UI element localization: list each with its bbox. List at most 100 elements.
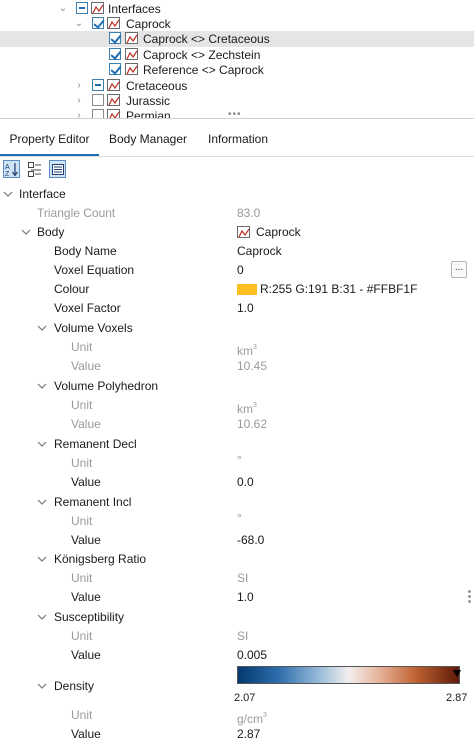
tree-checkbox[interactable] (92, 94, 104, 106)
property-unit[interactable]: Unit SI (0, 627, 462, 646)
chevron-down-icon[interactable] (37, 381, 47, 391)
category-konigsberg-ratio[interactable]: Königsberg Ratio (0, 550, 462, 569)
chevron-down-icon[interactable] (37, 497, 47, 507)
splitter-handle-icon[interactable] (468, 590, 471, 604)
chevron-right-icon[interactable]: › (74, 111, 84, 119)
property-value-row[interactable]: Value 0.005 (0, 646, 462, 665)
chevron-down-icon[interactable]: ⌄ (74, 19, 84, 29)
property-pages-button[interactable] (49, 160, 66, 178)
tab-property-editor[interactable]: Property Editor (0, 119, 99, 156)
property-value-row[interactable]: Value 0.0 (0, 473, 462, 492)
chevron-down-icon[interactable] (37, 681, 47, 691)
chevron-down-icon[interactable]: ⌄ (58, 4, 68, 14)
tree-checkbox[interactable] (109, 63, 121, 75)
surface-icon (125, 63, 138, 75)
category-volume-polyhedron[interactable]: Volume Polyhedron (0, 377, 462, 396)
property-value: ° (237, 453, 242, 467)
category-remanent-incl[interactable]: Remanent Incl (0, 493, 462, 512)
property-unit[interactable]: Unit ° (0, 511, 462, 531)
property-value[interactable]: 2.87 (237, 725, 260, 741)
property-value[interactable]: 0.005 (237, 646, 267, 665)
property-value: ° (237, 511, 242, 525)
chevron-right-icon[interactable]: › (74, 96, 84, 106)
property-body-name[interactable]: Body Name Caprock (0, 242, 462, 261)
surface-icon (107, 94, 120, 106)
tree-item-caprock-cretaceous[interactable]: Caprock <> Cretaceous (0, 31, 474, 47)
property-name: Value (71, 417, 101, 431)
property-voxel-equation[interactable]: Voxel Equation 0 ... (0, 261, 467, 280)
surface-icon (107, 17, 120, 29)
unit-exponent: 3 (253, 402, 257, 409)
property-unit[interactable]: Unit km3 (0, 338, 462, 358)
property-value[interactable]: R:255 G:191 B:31 - #FFBF1F (237, 280, 417, 299)
chevron-down-icon[interactable] (3, 189, 13, 199)
chevron-down-icon[interactable] (21, 227, 31, 237)
svg-text:A: A (5, 164, 10, 171)
tree-item-caprock-zechstein[interactable]: Caprock <> Zechstein (0, 47, 474, 63)
sort-alphabetical-button[interactable]: A Z (3, 160, 20, 178)
tree-item-reference-caprock[interactable]: Reference <> Caprock (0, 62, 474, 78)
colorbar-min-label: 2.07 (234, 692, 256, 704)
tree-item-jurassic[interactable]: › Jurassic (0, 93, 474, 109)
tree-checkbox[interactable] (92, 79, 104, 91)
property-name: Value (71, 727, 101, 741)
chevron-down-icon[interactable] (37, 323, 47, 333)
chevron-down-icon[interactable] (37, 612, 47, 622)
category-susceptibility[interactable]: Susceptibility (0, 608, 462, 627)
resize-grip-icon[interactable]: ••• (228, 110, 244, 119)
property-voxel-factor[interactable]: Voxel Factor 1.0 (0, 299, 462, 318)
edit-equation-button[interactable]: ... (451, 261, 467, 278)
property-value-row[interactable]: Value 1.0 (0, 588, 462, 607)
model-tree: ⌄ Interfaces ⌄ Caprock Caprock <> Cretac… (0, 0, 474, 118)
property-value[interactable]: 1.0 (237, 588, 254, 607)
property-value-row[interactable]: Value -68.0 (0, 531, 462, 550)
property-value: 10.62 (237, 417, 268, 431)
property-grid: Interface Triangle Count 83.0 Body Capro… (0, 184, 474, 741)
property-colour[interactable]: Colour R:255 G:191 B:31 - #FFBF1F (0, 280, 462, 299)
property-name: Body (37, 225, 65, 239)
tab-information[interactable]: Information (197, 119, 279, 156)
property-value[interactable]: -68.0 (237, 531, 264, 550)
chevron-down-icon[interactable] (37, 439, 47, 449)
property-value: SI (237, 629, 249, 643)
property-unit[interactable]: Unit km3 (0, 396, 462, 416)
property-name: Colour (54, 282, 90, 296)
category-body[interactable]: Body Caprock (0, 223, 462, 242)
tree-item-label: Caprock <> Cretaceous (143, 32, 270, 46)
tree-checkbox[interactable] (109, 32, 121, 44)
property-value[interactable]: Caprock (237, 242, 282, 261)
colorbar-marker-icon[interactable] (453, 670, 461, 677)
tree-checkbox[interactable] (92, 109, 104, 118)
tree-item-caprock[interactable]: ⌄ Caprock (0, 16, 474, 32)
property-unit[interactable]: Unit ° (0, 453, 462, 473)
category-interface[interactable]: Interface (0, 185, 462, 204)
colour-swatch[interactable] (237, 284, 257, 295)
property-value-row[interactable]: Value 10.45 (0, 357, 462, 376)
property-triangle-count[interactable]: Triangle Count 83.0 (0, 204, 462, 223)
tree-item-interfaces[interactable]: ⌄ Interfaces (0, 1, 474, 17)
property-value[interactable]: 0.0 (237, 473, 254, 492)
property-pages-icon (52, 164, 64, 175)
property-name: Volume Voxels (54, 321, 133, 335)
unit-text: km (237, 344, 253, 358)
chevron-down-icon[interactable] (37, 554, 47, 564)
tree-checkbox[interactable] (109, 48, 121, 60)
tree-checkbox[interactable] (76, 2, 88, 14)
property-name: Unit (71, 708, 93, 722)
chevron-right-icon[interactable]: › (74, 81, 84, 91)
tree-checkbox[interactable] (92, 17, 104, 29)
property-value[interactable]: 0 (237, 261, 244, 280)
category-volume-voxels[interactable]: Volume Voxels (0, 319, 462, 338)
property-value-row[interactable]: Value 2.87 (0, 725, 462, 741)
property-value-row[interactable]: Value 10.62 (0, 415, 462, 434)
categorized-view-button[interactable] (26, 160, 43, 178)
tab-body-manager[interactable]: Body Manager (101, 119, 195, 156)
tree-item-cretaceous[interactable]: › Cretaceous (0, 78, 474, 94)
property-unit[interactable]: Unit SI (0, 569, 462, 588)
property-value[interactable]: 1.0 (237, 299, 254, 318)
property-unit[interactable]: Unit g/cm3 (0, 706, 462, 726)
category-remanent-decl[interactable]: Remanent Decl (0, 435, 462, 454)
property-name: Value (71, 359, 101, 373)
density-colorbar[interactable] (237, 666, 460, 684)
surface-icon (107, 109, 120, 118)
